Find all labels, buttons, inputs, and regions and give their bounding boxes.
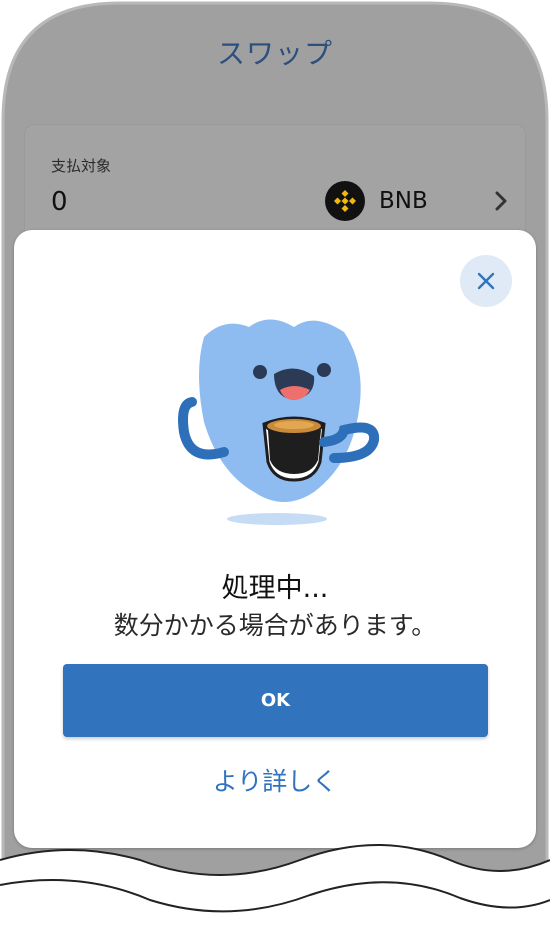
torn-edge-decoration [0, 844, 550, 949]
page-title: スワップ [216, 37, 333, 70]
learn-more-link[interactable]: より詳しく [14, 762, 536, 798]
ok-button[interactable]: OK [63, 664, 488, 737]
pay-label: 支払対象 [51, 157, 112, 175]
close-button[interactable] [460, 255, 512, 307]
mascot-illustration [178, 319, 380, 525]
dialog-title: 処理中... [221, 573, 329, 604]
token-selector[interactable]: BNB [325, 181, 515, 221]
dialog-subtitle: 数分かかる場合があります。 [113, 611, 437, 640]
phone-frame: スワップ 支払対象 0 BNB 処理中... 数分かかる場合があります。 OK … [0, 0, 550, 949]
pay-amount-input[interactable]: 0 [51, 187, 68, 217]
bnb-coin-icon [325, 181, 365, 221]
close-icon [477, 272, 495, 290]
token-symbol: BNB [379, 188, 428, 214]
processing-dialog: 処理中... 数分かかる場合があります。 OK より詳しく [14, 230, 536, 848]
chevron-right-icon [495, 191, 507, 211]
